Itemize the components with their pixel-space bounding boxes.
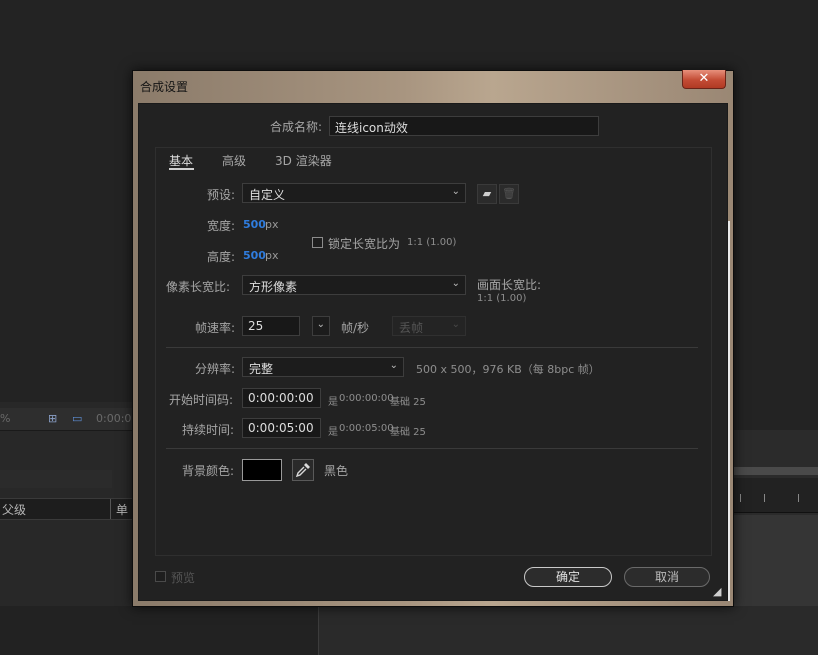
cancel-button[interactable]: 取消 — [624, 567, 710, 587]
tab-pane — [155, 147, 712, 556]
preset-label: 预设: — [207, 188, 236, 202]
resolution-select[interactable]: 完整 ⌄ — [242, 357, 404, 377]
height-label: 高度: — [207, 250, 236, 264]
frame-aspect-label: 画面长宽比: — [477, 278, 542, 292]
width-label: 宽度: — [207, 219, 236, 233]
section-divider — [166, 347, 698, 348]
tab-basic[interactable]: 基本 — [169, 152, 193, 169]
duration-input[interactable]: 0:00:05:00 — [242, 418, 321, 438]
bottom-left-area — [0, 606, 318, 655]
frame-rate-dropdown[interactable]: ⌄ — [312, 316, 330, 336]
chevron-down-icon: ⌄ — [451, 319, 460, 330]
tab-3d-renderer[interactable]: 3D 渲染器 — [275, 152, 332, 169]
pixel-aspect-value: 方形像素 — [249, 280, 298, 294]
column-divider[interactable] — [110, 499, 111, 519]
timeline-work-area-bar[interactable] — [734, 467, 818, 475]
bottom-panel — [318, 606, 818, 655]
chevron-down-icon: ⌄ — [316, 319, 325, 330]
start-timecode-base: 基础 25 — [390, 397, 426, 408]
ruler-tick — [798, 494, 799, 502]
layer-column-header: 父级 单 — [0, 498, 134, 520]
start-timecode-is: 是 — [328, 397, 338, 408]
view-icon[interactable]: ▭ — [72, 412, 82, 425]
resize-grip-icon[interactable]: ◢ — [713, 585, 727, 599]
parent-column-label[interactable]: 父级 — [2, 501, 26, 518]
duration-base: 基础 25 — [390, 427, 426, 438]
chevron-down-icon: ⌄ — [451, 278, 460, 289]
ok-button[interactable]: 确定 — [524, 567, 612, 587]
save-preset-icon[interactable]: ▰ — [477, 184, 497, 204]
ruler-tick — [740, 494, 741, 502]
start-timecode-input[interactable]: 0:00:00:00 — [242, 388, 321, 408]
active-tab-indicator — [169, 168, 194, 170]
timeline-ruler[interactable] — [734, 478, 818, 513]
frame-aspect-value: 1:1 (1.00) — [477, 293, 527, 304]
pixel-aspect-select[interactable]: 方形像素 ⌄ — [242, 275, 466, 295]
composition-settings-dialog: 合成设置 ✕ 合成名称: 连线icon动效 基本 高级 3D 渲染器 预设: 自… — [132, 70, 734, 607]
preset-value: 自定义 — [249, 188, 286, 202]
preset-select[interactable]: 自定义 ⌄ — [242, 183, 466, 203]
frame-drop-select: 丢帧 ⌄ — [392, 316, 466, 336]
zoom-readout[interactable]: % — [0, 412, 10, 425]
resolution-value: 完整 — [249, 362, 274, 376]
pixel-aspect-label: 像素长宽比: — [166, 280, 231, 294]
single-column-label[interactable]: 单 — [116, 501, 128, 518]
height-value[interactable]: 500 — [243, 249, 266, 262]
resolution-info: 500 x 500，976 KB（每 8bpc 帧） — [416, 363, 600, 376]
tab-advanced[interactable]: 高级 — [222, 152, 246, 169]
duration-is: 是 — [328, 427, 338, 438]
start-timecode-info: 0:00:00:00 — [339, 393, 394, 404]
dialog-content: 合成名称: 连线icon动效 基本 高级 3D 渲染器 预设: 自定义 ⌄ ▰ … — [138, 103, 728, 601]
chevron-down-icon: ⌄ — [389, 360, 398, 371]
time-readout: 0:00:0 — [96, 412, 132, 425]
eyedropper-icon[interactable] — [292, 459, 314, 481]
comp-name-label: 合成名称: — [270, 120, 323, 134]
frame-rate-input[interactable]: 25 — [242, 316, 300, 336]
comp-name-input[interactable]: 连线icon动效 — [329, 116, 599, 136]
duration-info: 0:00:05:00 — [339, 423, 394, 434]
height-unit: px — [265, 249, 279, 262]
close-button[interactable]: ✕ — [682, 70, 726, 89]
bg-color-label: 背景颜色: — [182, 464, 235, 478]
start-timecode-label: 开始时间码: — [169, 393, 234, 407]
frame-drop-value: 丢帧 — [399, 321, 424, 335]
left-panel-strip — [0, 470, 112, 488]
left-panel-toolbar: % ⊞ ▭ 0:00:0 — [0, 408, 134, 431]
frame-rate-label: 帧速率: — [195, 321, 236, 335]
bg-color-swatch[interactable] — [242, 459, 282, 481]
dialog-title: 合成设置 — [140, 80, 189, 94]
preview-checkbox — [155, 571, 166, 582]
bg-color-name: 黑色 — [324, 464, 349, 478]
lock-aspect-value: 1:1 (1.00) — [407, 237, 457, 248]
chevron-down-icon: ⌄ — [451, 186, 460, 197]
trash-icon[interactable]: 🗑 — [499, 184, 519, 204]
duration-label: 持续时间: — [182, 423, 235, 437]
frame-rate-unit: 帧/秒 — [341, 321, 370, 335]
preview-label: 预览 — [171, 571, 196, 585]
width-value[interactable]: 500 — [243, 218, 266, 231]
resolution-label: 分辨率: — [195, 362, 236, 376]
lock-aspect-checkbox[interactable] — [312, 237, 323, 248]
section-divider — [166, 448, 698, 449]
lock-aspect-label: 锁定长宽比为 — [328, 237, 401, 251]
ruler-tick — [764, 494, 765, 502]
width-unit: px — [265, 218, 279, 231]
grid-icon[interactable]: ⊞ — [48, 412, 57, 425]
